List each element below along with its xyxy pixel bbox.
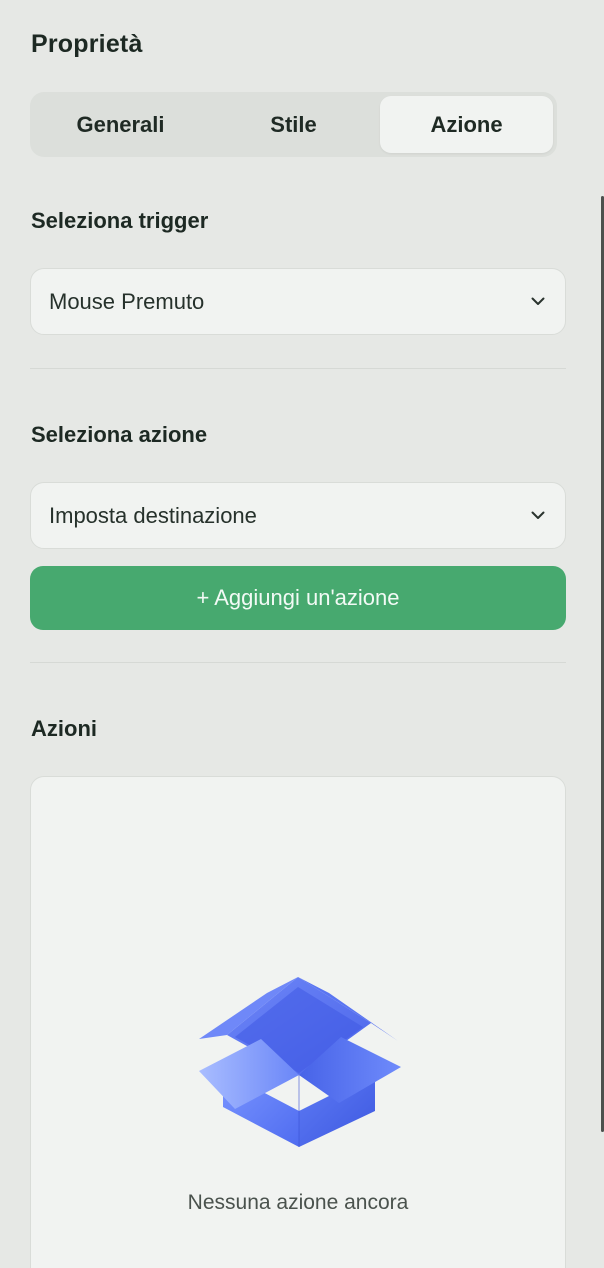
action-select-value: Imposta destinazione — [49, 502, 257, 528]
tab-generali[interactable]: Generali — [34, 96, 207, 153]
action-select[interactable]: Imposta destinazione — [30, 482, 566, 549]
properties-panel: Proprietà Generali Stile Azione Selezion… — [0, 0, 604, 1268]
tab-stile[interactable]: Stile — [207, 96, 380, 153]
section-divider — [30, 368, 566, 369]
tab-azione[interactable]: Azione — [380, 96, 553, 153]
chevron-down-icon — [529, 510, 547, 522]
empty-state-message: Nessuna azione ancora — [187, 1191, 409, 1214]
actions-label: Azioni — [31, 716, 97, 741]
chevron-down-icon — [529, 296, 547, 308]
open-box-icon — [191, 975, 407, 1157]
trigger-select[interactable]: Mouse Premuto — [30, 268, 566, 335]
section-divider — [30, 662, 566, 663]
panel-title: Proprietà — [31, 30, 143, 58]
tab-bar: Generali Stile Azione — [30, 92, 557, 157]
actions-empty-state: Nessuna azione ancora — [30, 776, 566, 1268]
action-label: Seleziona azione — [31, 422, 208, 447]
trigger-label: Seleziona trigger — [31, 208, 209, 233]
trigger-select-value: Mouse Premuto — [49, 288, 205, 314]
add-action-button[interactable]: + Aggiungi un'azione — [30, 566, 566, 630]
